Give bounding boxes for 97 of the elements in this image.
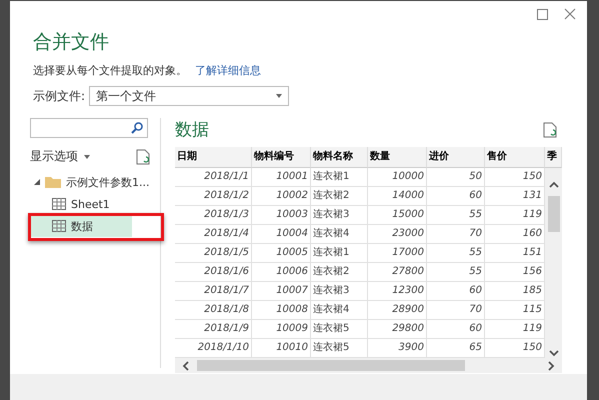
maximize-button[interactable] — [535, 7, 549, 21]
table-cell: 10010 — [252, 339, 311, 358]
expanded-caret-icon[interactable] — [34, 179, 40, 185]
table-cell: 17000 — [368, 244, 427, 263]
table-cell: 14000 — [368, 187, 427, 206]
table-cell: 55 — [427, 206, 485, 225]
table-cell: 10005 — [252, 244, 311, 263]
table-cell: 27800 — [368, 263, 427, 282]
table-cell: 65 — [427, 339, 485, 358]
search-field[interactable] — [30, 118, 148, 138]
table-cell: 2018/1/8 — [175, 301, 252, 320]
table-cell: 连衣裙1 — [311, 168, 368, 187]
tree-item[interactable]: Sheet1 — [30, 193, 132, 215]
table-cell: 连衣裙4 — [311, 301, 368, 320]
table-cell: 150 — [485, 339, 545, 358]
table-cell: 28900 — [368, 301, 427, 320]
table-cell: 10004 — [252, 225, 311, 244]
table-cell: 连衣裙3 — [311, 206, 368, 225]
table-cell: 2018/1/4 — [175, 225, 252, 244]
table-cell: 10001 — [252, 168, 311, 187]
column-header: 售价 — [485, 147, 545, 168]
tree-item[interactable]: 数据 — [30, 215, 132, 237]
table-cell: 连衣裙5 — [311, 320, 368, 339]
table-icon — [52, 198, 66, 210]
table-cell: 119 — [485, 206, 545, 225]
table-cell: 2018/1/2 — [175, 187, 252, 206]
table-cell: 连衣裙2 — [311, 187, 368, 206]
caret-icon — [84, 154, 90, 158]
table-cell: 151 — [485, 244, 545, 263]
table-cell: 12300 — [368, 282, 427, 301]
refresh-document-icon[interactable] — [543, 122, 557, 138]
table-cell: 连衣裙5 — [311, 339, 368, 358]
tree-item[interactable]: 示例文件参数1... — [30, 171, 150, 193]
table-cell: 2018/1/6 — [175, 263, 252, 282]
table-cell: 70 — [427, 301, 485, 320]
table-cell: 150 — [485, 168, 545, 187]
table-cell: 2018/1/3 — [175, 206, 252, 225]
table-cell: 2018/1/9 — [175, 320, 252, 339]
table-icon — [52, 220, 66, 232]
column-header: 日期 — [175, 147, 252, 168]
table-cell: 115 — [485, 301, 545, 320]
table-cell: 15000 — [368, 206, 427, 225]
scrollbar-thumb[interactable] — [548, 196, 560, 232]
table-cell: 2018/1/1 — [175, 168, 252, 187]
tree-item-label: 数据 — [71, 218, 93, 234]
close-button[interactable] — [563, 7, 577, 21]
table-cell: 55 — [427, 263, 485, 282]
sample-file-dropdown[interactable]: 第一个文件 — [89, 86, 290, 106]
table-cell: 119 — [485, 320, 545, 339]
column-header: 物料编号 — [252, 147, 311, 168]
scroll-right-icon[interactable] — [546, 360, 556, 370]
dialog-title: 合并文件 — [32, 30, 110, 55]
table-cell: 185 — [485, 282, 545, 301]
table-cell: 连衣裙2 — [311, 263, 368, 282]
table-cell: 连衣裙3 — [311, 282, 368, 301]
scroll-down-icon[interactable] — [548, 348, 558, 358]
column-header: 物料名称 — [311, 147, 368, 168]
table-cell: 2018/1/7 — [175, 282, 252, 301]
description-text: 选择要从每个文件提取的对象。 — [33, 63, 187, 78]
table-cell: 连衣裙4 — [311, 225, 368, 244]
table-cell: 50 — [427, 168, 485, 187]
table-cell: 70 — [427, 225, 485, 244]
display-options-button[interactable]: 显示选项 — [30, 148, 90, 165]
sample-file-label: 示例文件: — [33, 88, 86, 104]
dropdown-caret-icon — [276, 94, 282, 98]
table-cell: 10002 — [252, 187, 311, 206]
table-cell: 2018/1/10 — [175, 339, 252, 358]
table-cell: 2018/1/5 — [175, 244, 252, 263]
table-cell: 10009 — [252, 320, 311, 339]
table-cell: 连衣裙1 — [311, 244, 368, 263]
table-cell: 23000 — [368, 225, 427, 244]
table-cell: 60 — [427, 187, 485, 206]
folder-icon — [45, 176, 61, 188]
refresh-document-icon[interactable] — [136, 148, 150, 164]
table-cell: 156 — [485, 263, 545, 282]
preview-title: 数据 — [175, 119, 209, 141]
column-header: 数量 — [368, 147, 427, 168]
tree-item-label: 示例文件参数1... — [66, 174, 150, 190]
learn-more-link[interactable]: 了解详细信息 — [195, 63, 261, 78]
table-cell: 10008 — [252, 301, 311, 320]
scroll-up-icon[interactable] — [548, 180, 558, 190]
table-cell: 131 — [485, 187, 545, 206]
tree-item-label: Sheet1 — [71, 198, 110, 210]
table-cell: 10000 — [368, 168, 427, 187]
table-cell: 10003 — [252, 206, 311, 225]
table-cell: 10007 — [252, 282, 311, 301]
table-cell: 160 — [485, 225, 545, 244]
column-header: 进价 — [427, 147, 485, 168]
search-icon — [131, 122, 143, 134]
scroll-left-icon[interactable] — [181, 360, 191, 370]
column-header: 季 — [545, 147, 562, 168]
table-cell: 60 — [427, 282, 485, 301]
table-cell: 60 — [427, 320, 485, 339]
table-cell: 10006 — [252, 263, 311, 282]
table-cell: 29800 — [368, 320, 427, 339]
table-cell: 55 — [427, 244, 485, 263]
table-cell: 3900 — [368, 339, 427, 358]
